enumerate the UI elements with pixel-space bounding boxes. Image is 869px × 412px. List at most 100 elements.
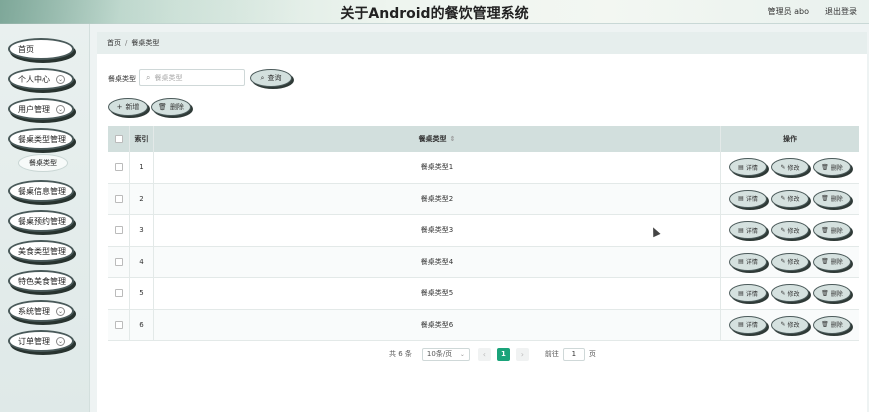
detail-label: 详情 <box>745 259 758 267</box>
delete-button[interactable]: 🗑 删除 <box>813 158 851 177</box>
trash-icon: 🗑 <box>821 163 829 171</box>
goto-label: 前往 <box>544 350 559 358</box>
sidebar-item-label: 用户管理 <box>18 104 50 114</box>
add-button-label: 新增 <box>125 103 140 111</box>
bulk-delete-button[interactable]: 🗑 删除 <box>151 98 191 116</box>
row-index: 5 <box>130 278 154 309</box>
delete-button[interactable]: 🗑 删除 <box>813 284 851 303</box>
pencil-icon: ✎ <box>780 163 786 171</box>
row-checkbox[interactable] <box>114 289 123 298</box>
trash-icon: 🗑 <box>821 226 829 234</box>
top-header: 关于Android的餐饮管理系统 管理员 abo 退出登录 <box>0 0 869 24</box>
chevron-down-icon: ⌄ <box>459 350 465 358</box>
detail-button[interactable]: ▤ 详情 <box>729 315 767 334</box>
sidebar-item-label: 餐桌预约管理 <box>18 216 66 226</box>
sidebar-item-label: 美食类型管理 <box>18 246 66 256</box>
chevron-down-icon: ⌄ <box>56 307 65 316</box>
pencil-icon: ✎ <box>780 258 786 266</box>
row-index: 3 <box>130 215 154 246</box>
file-icon: ▤ <box>738 226 744 234</box>
header-table-type[interactable]: 餐桌类型 ⇕ <box>154 126 721 152</box>
sidebar-item-label: 首页 <box>18 44 34 54</box>
trash-icon: 🗑 <box>821 258 829 266</box>
chevron-left-icon: ‹ <box>482 349 486 359</box>
sidebar-item-table-types[interactable]: 餐桌类型管理 <box>8 128 74 150</box>
trash-icon: 🗑 <box>821 195 829 203</box>
edit-button[interactable]: ✎ 修改 <box>771 189 809 208</box>
row-index: 4 <box>130 246 154 277</box>
row-name: 餐桌类型5 <box>154 278 721 309</box>
trash-icon: 🗑 <box>158 103 167 111</box>
edit-label: 修改 <box>787 259 800 267</box>
search-input[interactable]: ⌕ 餐桌类型 <box>139 69 245 86</box>
breadcrumb-home[interactable]: 首页 <box>107 38 121 48</box>
chevron-down-icon: ⌄ <box>56 105 65 114</box>
file-icon: ▤ <box>738 321 744 329</box>
sidebar-item-label: 餐桌信息管理 <box>18 186 66 196</box>
row-checkbox[interactable] <box>114 320 123 329</box>
search-icon: ⌕ <box>260 73 265 82</box>
detail-button[interactable]: ▤ 详情 <box>729 284 767 303</box>
breadcrumb: 首页 / 餐桌类型 <box>97 32 867 54</box>
detail-button[interactable]: ▤ 详情 <box>729 221 767 240</box>
file-icon: ▤ <box>738 163 744 171</box>
delete-button[interactable]: 🗑 删除 <box>813 315 851 334</box>
sort-icon[interactable]: ⇕ <box>450 135 456 143</box>
delete-button[interactable]: 🗑 删除 <box>813 221 851 240</box>
search-button-label: 查询 <box>267 74 282 82</box>
edit-button[interactable]: ✎ 修改 <box>771 315 809 334</box>
sidebar-item-food-types[interactable]: 美食类型管理 <box>8 240 74 262</box>
edit-label: 修改 <box>787 290 800 298</box>
search-button[interactable]: ⌕ 查询 <box>250 69 292 87</box>
delete-label: 删除 <box>830 290 843 298</box>
next-page-button[interactable]: › <box>515 347 529 361</box>
sidebar-item-home[interactable]: 首页 <box>8 38 74 60</box>
logout-link[interactable]: 退出登录 <box>825 6 857 17</box>
sidebar-item-table-info[interactable]: 餐桌信息管理 <box>8 180 74 202</box>
sidebar-item-users[interactable]: 用户管理 ⌄ <box>8 98 74 120</box>
edit-button[interactable]: ✎ 修改 <box>771 284 809 303</box>
edit-label: 修改 <box>787 164 800 172</box>
detail-label: 详情 <box>745 322 758 330</box>
delete-button[interactable]: 🗑 删除 <box>813 252 851 271</box>
detail-button[interactable]: ▤ 详情 <box>729 252 767 271</box>
goto-page-input[interactable]: 1 <box>562 347 585 361</box>
row-checkbox[interactable] <box>114 257 123 266</box>
current-page-button[interactable]: 1 <box>496 347 510 361</box>
sidebar-item-table-reservations[interactable]: 餐桌预约管理 <box>8 210 74 232</box>
sidebar-item-label: 餐桌类型管理 <box>18 134 66 144</box>
page-size-value: 10条/页 <box>426 350 453 358</box>
file-icon: ▤ <box>738 258 744 266</box>
detail-button[interactable]: ▤ 详情 <box>729 189 767 208</box>
pencil-icon: ✎ <box>780 195 786 203</box>
edit-button[interactable]: ✎ 修改 <box>771 158 809 177</box>
delete-button[interactable]: 🗑 删除 <box>813 189 851 208</box>
plus-icon: + <box>116 103 123 111</box>
sidebar-item-special-food[interactable]: 特色美食管理 <box>8 270 74 292</box>
sidebar: 首页 个人中心 ⌄ 用户管理 ⌄ 餐桌类型管理 餐桌类型 餐桌信息管理 餐桌预约管理… <box>0 24 90 412</box>
header-index: 索引 <box>130 126 154 152</box>
detail-label: 详情 <box>745 196 758 204</box>
page-size-select[interactable]: 10条/页 ⌄ <box>421 347 470 361</box>
detail-label: 详情 <box>745 164 758 172</box>
sidebar-item-orders[interactable]: 订单管理 ⌄ <box>8 330 74 352</box>
header-select-all[interactable] <box>108 126 130 152</box>
sidebar-item-system[interactable]: 系统管理 ⌄ <box>8 300 74 322</box>
row-name: 餐桌类型4 <box>154 246 721 277</box>
edit-button[interactable]: ✎ 修改 <box>771 221 809 240</box>
page-unit-label: 页 <box>588 350 596 358</box>
edit-button[interactable]: ✎ 修改 <box>771 252 809 271</box>
sidebar-item-profile[interactable]: 个人中心 ⌄ <box>8 68 74 90</box>
file-icon: ▤ <box>738 289 744 297</box>
checkbox[interactable] <box>114 135 123 143</box>
prev-page-button[interactable]: ‹ <box>477 347 491 361</box>
row-checkbox[interactable] <box>114 226 123 235</box>
add-button[interactable]: + 新增 <box>108 98 148 116</box>
sidebar-subitem-table-type[interactable]: 餐桌类型 <box>18 154 68 172</box>
row-checkbox[interactable] <box>114 163 123 172</box>
table-row: 5 餐桌类型5 ▤ 详情 ✎ 修改 🗑 删除 <box>108 278 859 310</box>
search-placeholder: 餐桌类型 <box>154 73 183 82</box>
row-checkbox[interactable] <box>114 194 123 203</box>
detail-button[interactable]: ▤ 详情 <box>729 158 767 177</box>
delete-button-label: 删除 <box>169 103 184 111</box>
